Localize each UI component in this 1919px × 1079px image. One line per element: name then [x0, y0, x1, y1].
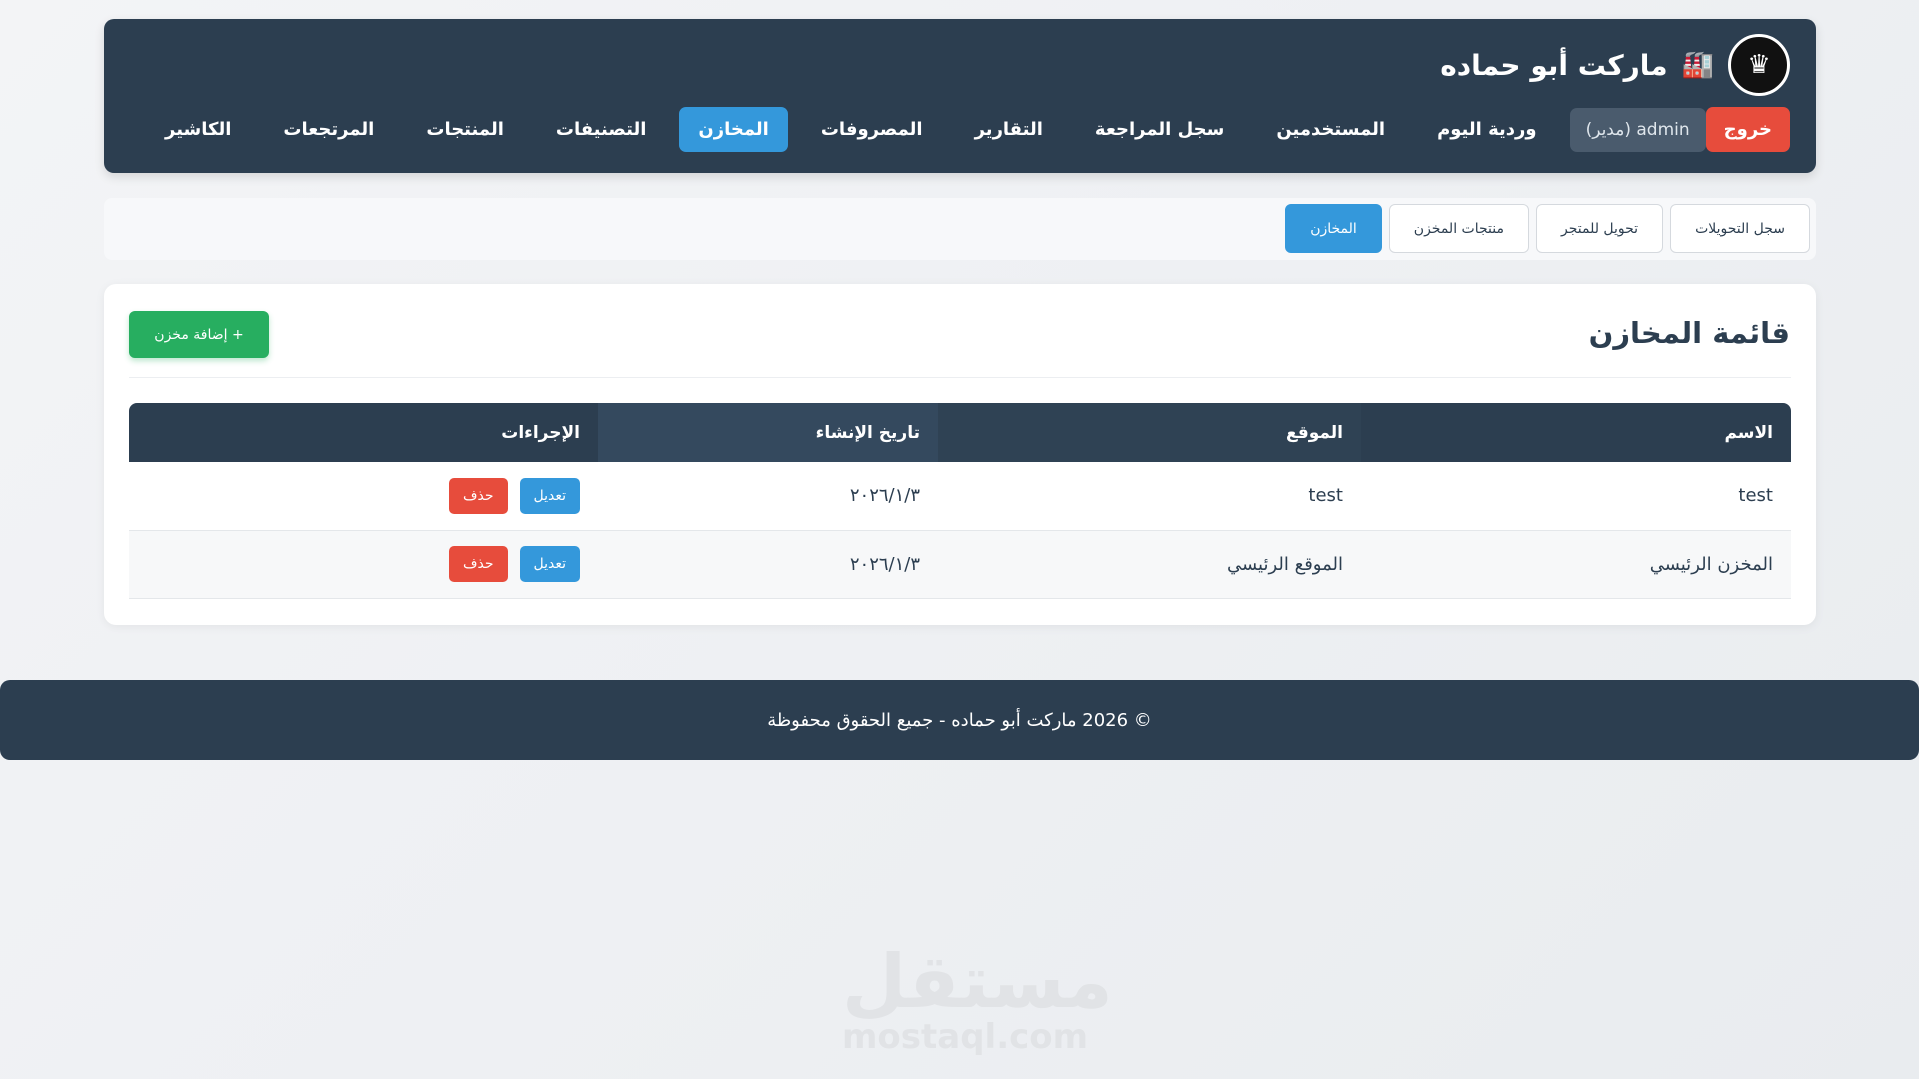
nav-item-reports[interactable]: التقارير: [956, 107, 1062, 152]
column-header-name: الاسم: [1361, 403, 1791, 462]
table-header-row: الاسم الموقع تاريخ الإنشاء الإجراءات: [129, 403, 1791, 462]
sub-nav: المخازن منتجات المخزن تحويل للمتجر سجل ا…: [104, 198, 1816, 260]
column-header-location: الموقع: [938, 403, 1361, 462]
nav-item-cashier[interactable]: الكاشير: [146, 107, 250, 152]
nav-item-users[interactable]: المستخدمين: [1257, 107, 1404, 152]
edit-button[interactable]: تعديل: [519, 477, 580, 514]
footer-copyright: © 2026 ماركت أبو حماده - جميع الحقوق محف…: [767, 709, 1152, 731]
watermark-arabic: مستقل: [842, 939, 1113, 1025]
table-row: المخزن الرئيسي الموقع الرئيسي ٢٠٢٦/١/٣ ت…: [129, 530, 1791, 599]
warehouses-card: قائمة المخازن + إضافة مخزن الاسم الموقع …: [104, 284, 1816, 625]
delete-button[interactable]: حذف: [448, 477, 508, 514]
cell-created: ٢٠٢٦/١/٣: [598, 462, 938, 531]
user-badge: admin (مدير): [1569, 107, 1706, 152]
top-header: ♛ 🏭 ماركت أبو حماده الكاشير المرتجعات ال…: [104, 19, 1816, 173]
add-warehouse-button[interactable]: + إضافة مخزن: [129, 311, 269, 358]
nav-item-products[interactable]: المنتجات: [407, 107, 523, 152]
nav-item-expenses[interactable]: المصروفات: [802, 107, 942, 152]
app-title: ماركت أبو حماده: [1440, 48, 1668, 82]
cell-actions: تعديل حذف: [129, 530, 598, 599]
nav-item-audit-log[interactable]: سجل المراجعة: [1076, 107, 1243, 152]
table-row: test test ٢٠٢٦/١/٣ تعديل حذف: [129, 462, 1791, 531]
crown-logo-icon: ♛: [1728, 34, 1790, 96]
subtab-warehouse-products[interactable]: منتجات المخزن: [1388, 204, 1529, 253]
cell-actions: تعديل حذف: [129, 462, 598, 531]
cell-location: الموقع الرئيسي: [938, 530, 1361, 599]
column-header-created: تاريخ الإنشاء: [598, 403, 938, 462]
cell-name: test: [1361, 462, 1791, 531]
subtab-transfer-log[interactable]: سجل التحويلات: [1670, 204, 1810, 253]
watermark: مستقل mostaql.com: [842, 939, 1113, 1057]
watermark-english: mostaql.com: [842, 1017, 1089, 1057]
nav-item-categories[interactable]: التصنيفات: [537, 107, 666, 152]
main-nav: الكاشير المرتجعات المنتجات التصنيفات الم…: [132, 107, 1790, 152]
factory-icon: 🏭: [1681, 50, 1714, 80]
cell-location: test: [938, 462, 1361, 531]
subtab-warehouses[interactable]: المخازن: [1285, 204, 1382, 253]
logout-button[interactable]: خروج: [1705, 107, 1790, 152]
edit-button[interactable]: تعديل: [519, 546, 580, 582]
footer: © 2026 ماركت أبو حماده - جميع الحقوق محف…: [0, 680, 1919, 760]
delete-button[interactable]: حذف: [448, 546, 508, 582]
page-title: قائمة المخازن: [1588, 316, 1790, 350]
cell-created: ٢٠٢٦/١/٣: [598, 530, 938, 599]
cell-name: المخزن الرئيسي: [1361, 530, 1791, 599]
nav-item-shift[interactable]: وردية اليوم: [1418, 107, 1555, 152]
nav-item-warehouses[interactable]: المخازن: [679, 107, 788, 152]
divider: [129, 377, 1791, 378]
brand: ♛ 🏭 ماركت أبو حماده: [1440, 34, 1790, 96]
column-header-actions: الإجراءات: [129, 403, 598, 462]
warehouses-table: الاسم الموقع تاريخ الإنشاء الإجراءات tes…: [129, 403, 1791, 599]
subtab-transfer-to-store[interactable]: تحويل للمتجر: [1535, 204, 1664, 253]
nav-item-returns[interactable]: المرتجعات: [264, 107, 393, 152]
